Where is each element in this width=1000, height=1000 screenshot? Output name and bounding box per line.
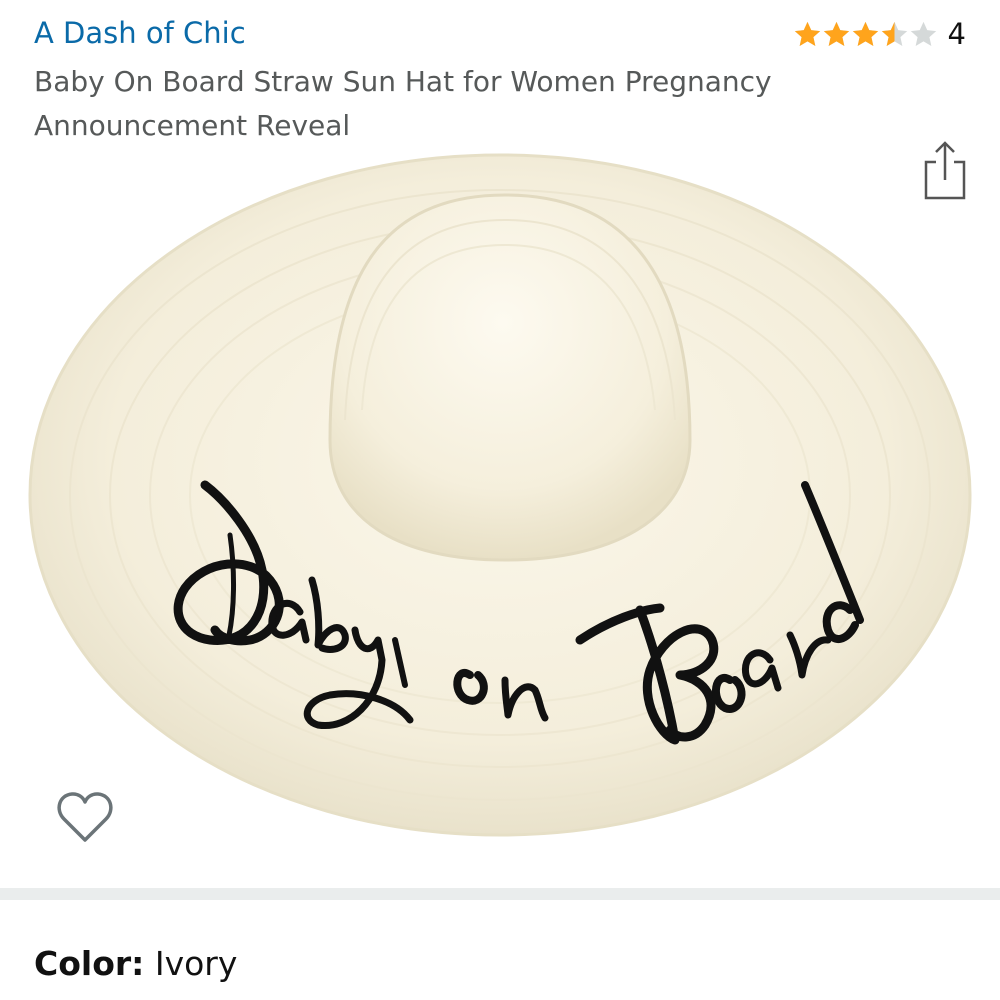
rating-count: 4 bbox=[947, 17, 966, 51]
star-icon bbox=[823, 21, 849, 46]
star-icon bbox=[794, 21, 820, 46]
hat-crown bbox=[328, 193, 692, 562]
product-page: A Dash of Chic 4 Baby On Board Straw Sun… bbox=[0, 0, 1000, 1000]
brand-link[interactable]: A Dash of Chic bbox=[34, 16, 246, 50]
rating-summary[interactable]: 4 bbox=[793, 14, 966, 54]
share-icon bbox=[924, 141, 966, 200]
share-button[interactable] bbox=[920, 140, 968, 202]
hat-image bbox=[28, 153, 972, 837]
product-title: Baby On Board Straw Sun Hat for Women Pr… bbox=[34, 65, 772, 142]
wishlist-button[interactable] bbox=[56, 790, 114, 844]
star-icon bbox=[910, 21, 936, 46]
star-icon bbox=[852, 21, 878, 46]
product-image[interactable] bbox=[0, 140, 1000, 885]
color-value: Ivory bbox=[154, 944, 238, 983]
heart-outline-icon bbox=[57, 792, 113, 842]
section-divider bbox=[0, 888, 1000, 900]
star-rating bbox=[793, 20, 938, 48]
color-selection: Color: Ivory bbox=[34, 944, 237, 983]
star-icon bbox=[881, 21, 907, 46]
color-label: Color: bbox=[34, 944, 145, 983]
